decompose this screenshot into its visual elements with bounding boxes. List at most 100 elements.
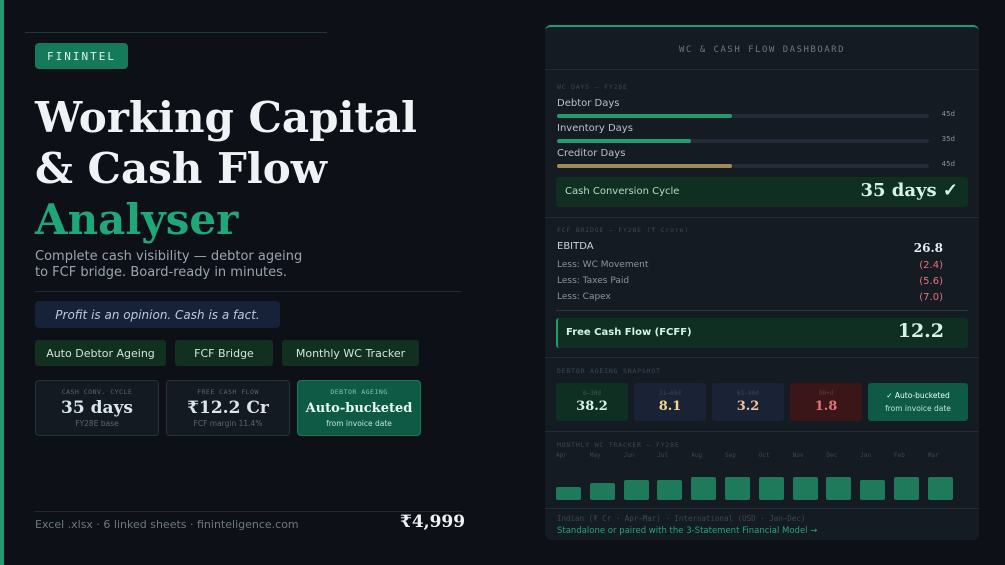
month-label: Dec — [826, 452, 838, 459]
month-label: Jun — [623, 452, 635, 459]
month-label: Jul — [657, 452, 669, 459]
fcf-row-label: Less: Capex — [557, 292, 611, 302]
monthly-tracker: Apr May Jun Jul Aug Sep Oct Nov Dec Jan Feb Mar — [556, 452, 956, 500]
fcf-row-label: EBITDA — [557, 241, 594, 252]
ageing-bucket-31-60: 31–60d 8.1 — [634, 383, 706, 421]
fcf-row-wc: Less: WC Movement (2.4) — [557, 260, 943, 271]
stat-value: 35 days — [61, 398, 133, 418]
bucket-label: 0–30d — [582, 390, 602, 397]
month-column: Apr — [556, 452, 581, 500]
subtitle-line-2: to FCF bridge. Board-ready in minutes. — [35, 265, 288, 280]
title-line-2: & Cash Flow — [35, 144, 327, 193]
month-label: Mar — [927, 452, 939, 459]
month-column: Jan — [860, 452, 886, 500]
subtitle: Complete cash visibility — debtor ageing… — [35, 249, 455, 281]
month-label: Feb — [894, 452, 905, 459]
divider — [545, 431, 979, 432]
ccc-value: 35 days ✓ — [860, 180, 958, 201]
divider — [545, 69, 979, 70]
month-column: May — [589, 452, 615, 500]
quote-banner: Profit is an opinion. Cash is a fact. — [35, 301, 280, 328]
title-line-3: Analyser — [35, 195, 239, 244]
ageing-note: ✓ Auto-bucketed from invoice date — [868, 383, 968, 421]
month-label: Oct — [758, 452, 770, 459]
month-bar — [725, 476, 750, 500]
stat-card-ccc: CASH CONV. CYCLE 35 days FY28E base — [35, 380, 159, 436]
fcf-row-ebitda: EBITDA 26.8 — [557, 241, 943, 255]
month-column: Jul — [657, 452, 683, 500]
fcf-row-value: (5.6) — [919, 276, 943, 287]
month-column: Mar — [927, 452, 953, 500]
month-label: Sep — [725, 452, 736, 459]
wc-row-fill — [557, 139, 691, 143]
bucket-value: 1.8 — [814, 399, 838, 414]
ccc-label: Cash Conversion Cycle — [565, 186, 680, 197]
footer-rule — [35, 511, 462, 512]
month-column: Jun — [623, 452, 649, 500]
divider — [545, 217, 979, 218]
month-label: Jan — [860, 452, 872, 459]
wc-row-inventory: Inventory Days 35d — [557, 123, 967, 143]
fcff-summary: Free Cash Flow (FCFF) 12.2 — [556, 318, 968, 348]
wc-row-debtor: Debtor Days 45d — [557, 98, 967, 118]
dashboard-title: WC & CASH FLOW DASHBOARD — [678, 45, 846, 55]
wc-row-fill — [557, 114, 732, 118]
month-column: Dec — [826, 452, 852, 500]
stat-label: CASH CONV. CYCLE — [61, 388, 133, 396]
month-column: Sep — [725, 452, 750, 500]
wc-row-track — [557, 164, 929, 168]
fcf-section-label: FCF BRIDGE — FY28E (₹ Crore) — [557, 226, 689, 234]
wc-row-creditor: Creditor Days 45d — [557, 148, 967, 168]
bucket-label: 90+d — [818, 390, 834, 397]
bucket-value: 38.2 — [576, 399, 608, 414]
paired-model-link[interactable]: Standalone or paired with the 3-Statemen… — [557, 526, 817, 536]
fcf-row-capex: Less: Capex (7.0) — [557, 292, 943, 303]
bucket-value: 3.2 — [736, 399, 760, 414]
month-bar — [758, 476, 784, 500]
ageing-note-line-1: ✓ Auto-bucketed — [886, 391, 950, 400]
fcf-row-label: Less: WC Movement — [557, 260, 649, 270]
fcf-row-value: 26.8 — [913, 241, 943, 255]
month-column: Nov — [792, 452, 818, 500]
month-label: Apr — [556, 452, 567, 459]
stat-sub: FY28E base — [75, 419, 119, 428]
footer-text: Excel .xlsx · 6 linked sheets · finintel… — [35, 518, 299, 531]
wc-row-value: 35d — [941, 135, 955, 143]
month-bar — [589, 482, 615, 500]
dashboard-panel: WC & CASH FLOW DASHBOARD WC DAYS — FY28E… — [545, 25, 979, 540]
brand-badge: FININTEL — [35, 43, 128, 69]
wc-row-track — [557, 139, 929, 143]
fcf-row-taxes: Less: Taxes Paid (5.6) — [557, 276, 943, 287]
month-bar — [894, 476, 919, 500]
ageing-note-line-2: from invoice date — [885, 404, 951, 413]
accent-bar — [0, 0, 4, 565]
price: ₹4,999 — [400, 512, 466, 532]
feature-pill-fcf-bridge[interactable]: FCF Bridge — [175, 340, 273, 366]
ageing-bucket-61-90: 61–90d 3.2 — [712, 383, 784, 421]
feature-pill-wc-tracker[interactable]: Monthly WC Tracker — [282, 340, 419, 366]
feature-pills: Auto Debtor Ageing FCF Bridge Monthly WC… — [35, 340, 428, 366]
month-bar — [691, 476, 717, 500]
month-label: May — [589, 452, 601, 459]
month-label: Aug — [691, 452, 703, 459]
wc-row-label: Creditor Days — [557, 148, 626, 159]
ccc-summary: Cash Conversion Cycle 35 days ✓ — [556, 177, 968, 207]
month-bar — [860, 479, 886, 500]
month-bar — [657, 479, 683, 500]
wc-row-value: 45d — [941, 110, 955, 118]
page-title: Working Capital & Cash Flow Analyser — [35, 92, 417, 245]
stat-card-fcf: FREE CASH FLOW ₹12.2 Cr FCF margin 11.4% — [166, 380, 290, 436]
month-column: Aug — [691, 452, 717, 500]
footnote: Indian (₹ Cr · Apr–Mar) · International … — [557, 514, 806, 523]
bucket-value: 8.1 — [658, 399, 682, 414]
ageing-section-label: DEBTOR AGEING SNAPSHOT — [557, 367, 661, 375]
ageing-buckets: 0–30d 38.2 31–60d 8.1 61–90d 3.2 90+d 1.… — [556, 383, 974, 421]
fcf-row-value: (7.0) — [919, 292, 943, 303]
bucket-label: 31–60d — [659, 390, 681, 397]
stat-sub: from invoice date — [326, 419, 392, 428]
month-label: Nov — [792, 452, 804, 459]
stat-cards: CASH CONV. CYCLE 35 days FY28E base FREE… — [35, 380, 428, 436]
month-column: Feb — [894, 452, 919, 500]
divider — [35, 291, 462, 292]
feature-pill-debtor-ageing[interactable]: Auto Debtor Ageing — [35, 340, 166, 366]
